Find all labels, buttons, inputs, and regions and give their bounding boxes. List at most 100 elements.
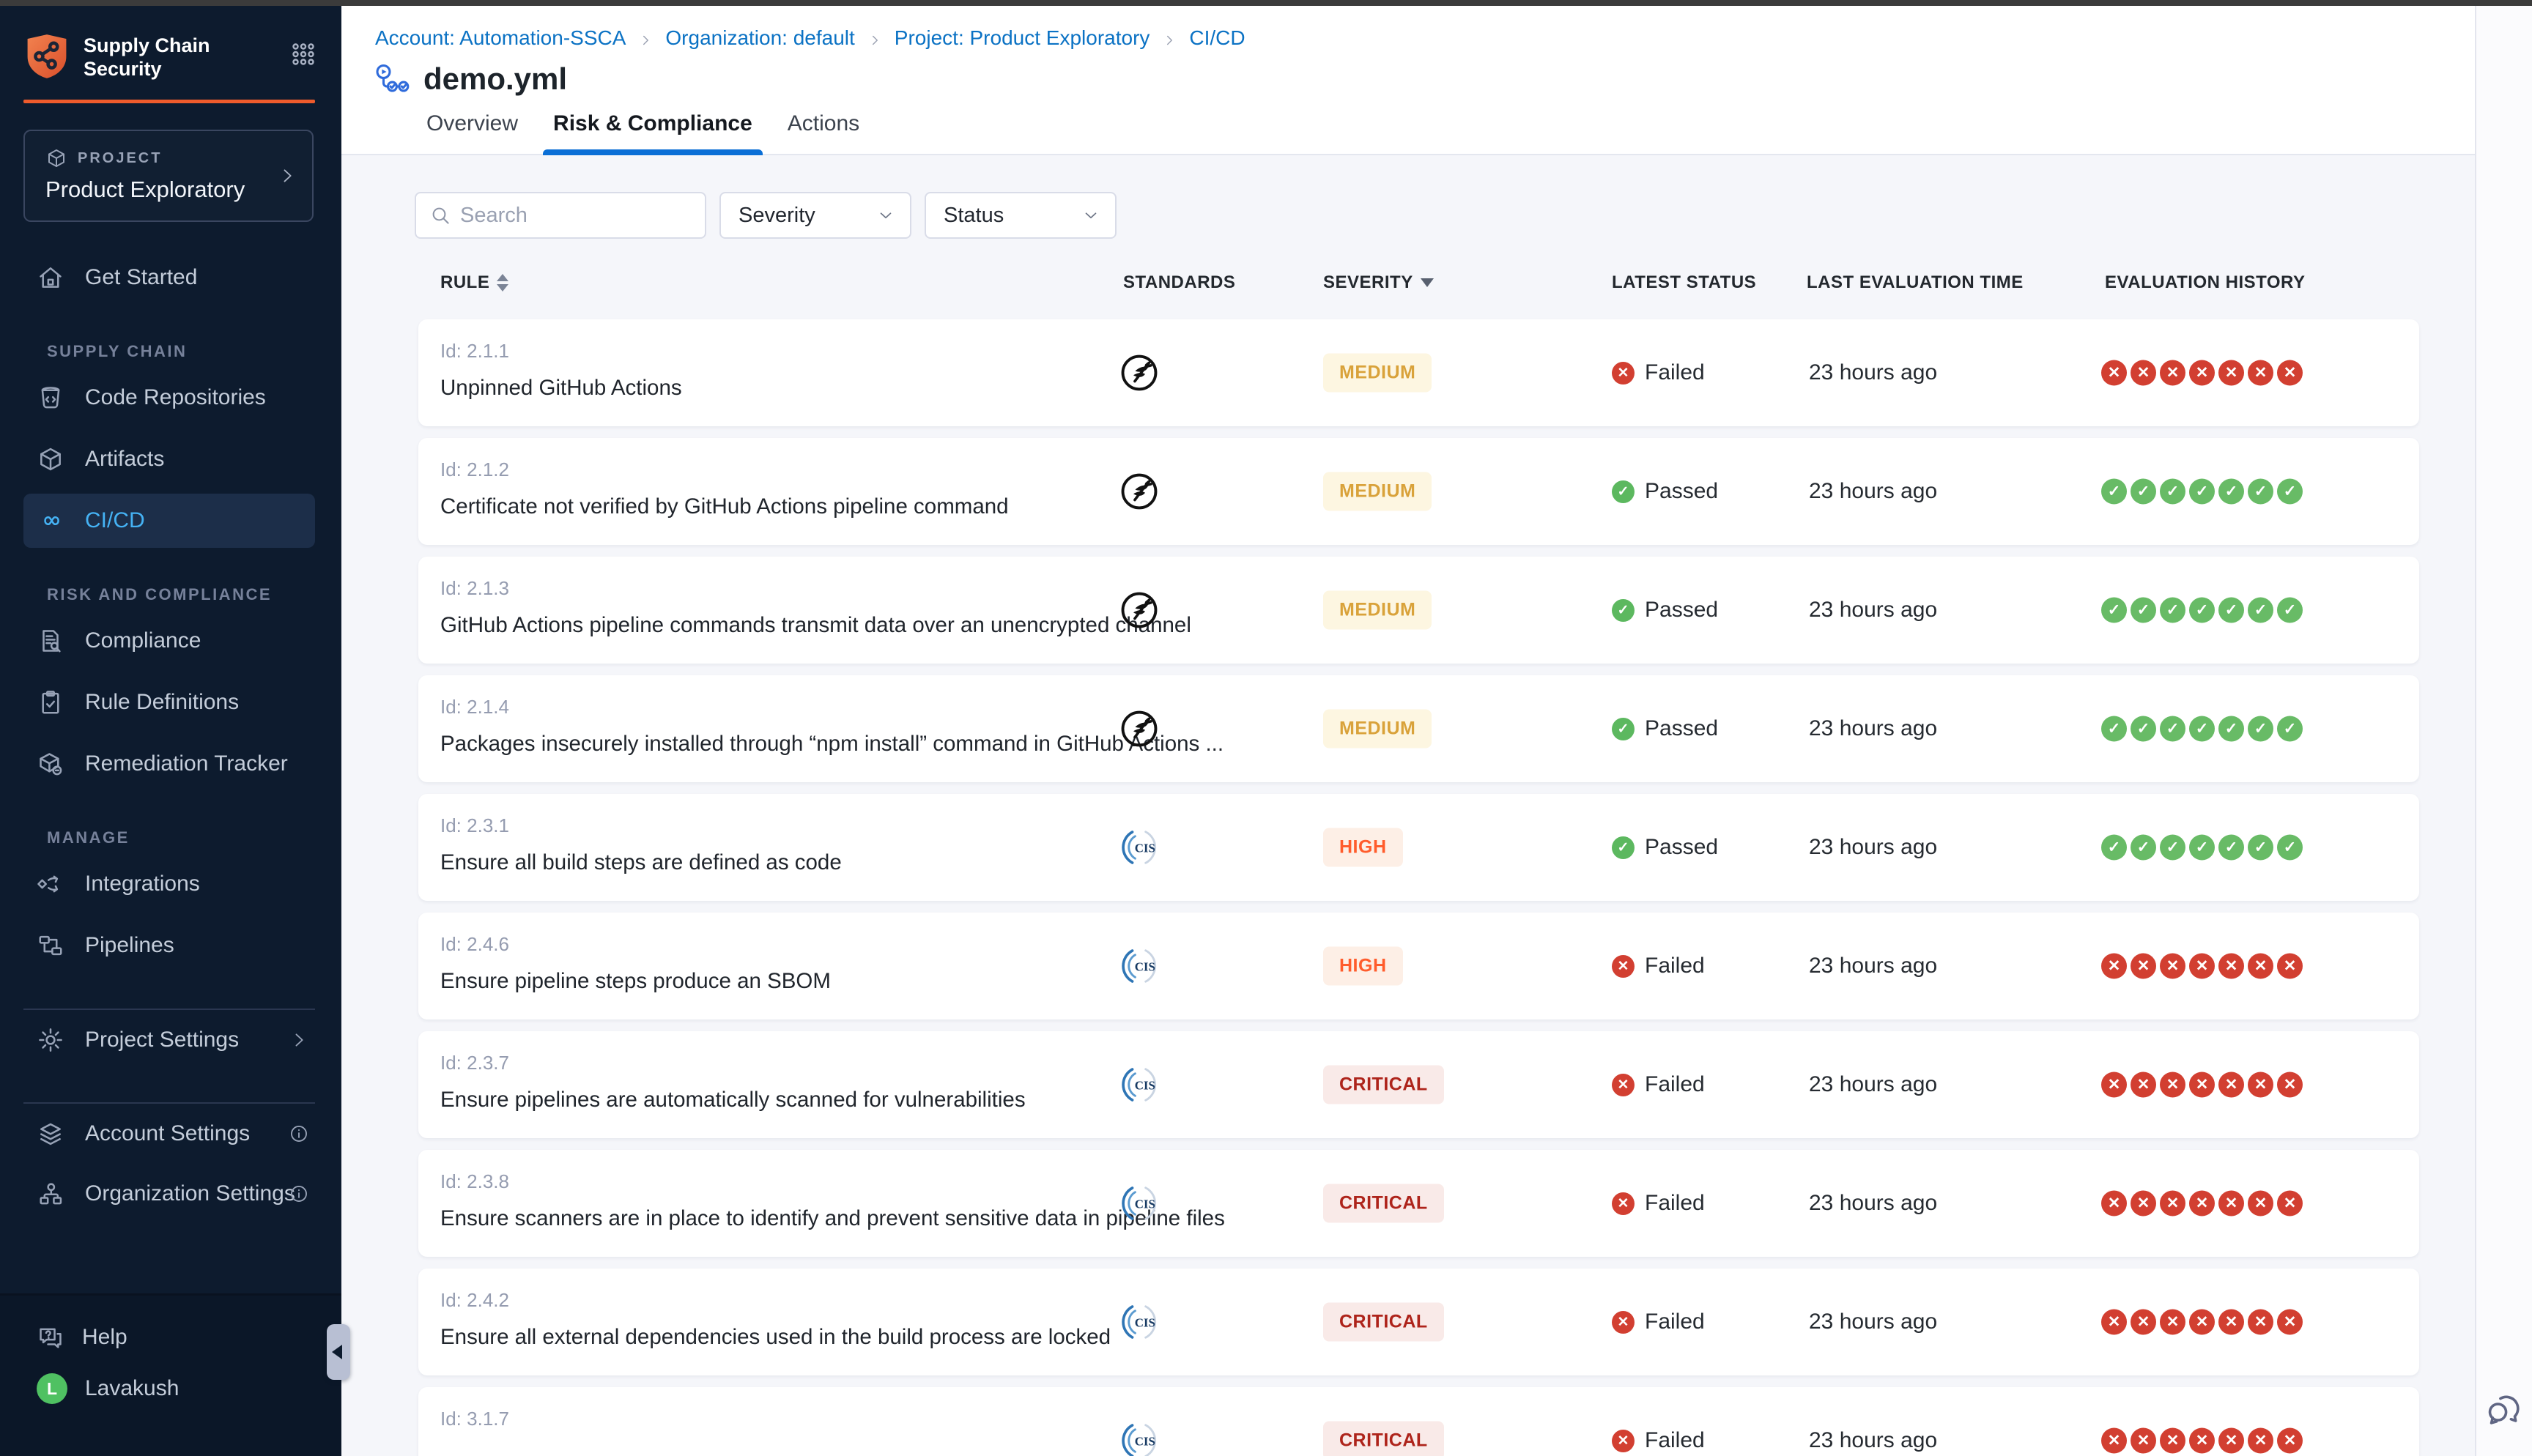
- rule-id: Id: 2.1.2: [440, 458, 1009, 481]
- cis-icon: CIS: [1118, 859, 1160, 872]
- sidebar-item-rule-definitions[interactable]: Rule Definitions: [0, 672, 341, 733]
- rule-row[interactable]: Id: 2.1.3 GitHub Actions pipeline comman…: [418, 557, 2419, 664]
- rule-row[interactable]: Id: 2.4.6 Ensure pipeline steps produce …: [418, 913, 2419, 1019]
- sidebar-item-organization-settings[interactable]: Organization Settings: [0, 1164, 341, 1224]
- history-pass-icon: ✓: [2160, 479, 2185, 505]
- svg-text:CIS: CIS: [1135, 1316, 1155, 1330]
- rule-name: Ensure all build steps are defined as co…: [440, 850, 842, 875]
- project-selector[interactable]: PROJECT Product Exploratory: [23, 130, 314, 222]
- severity-badge: MEDIUM: [1323, 472, 1432, 511]
- module-grid-icon[interactable]: [290, 41, 316, 67]
- breadcrumb-item-project-product-exploratory[interactable]: Project: Product Exploratory: [895, 26, 1150, 50]
- owasp-icon: [1118, 385, 1160, 397]
- history-fail-icon: ✕: [2248, 954, 2273, 979]
- status-icon: ✕: [1612, 1311, 1635, 1334]
- column-severity: SEVERITY: [1323, 272, 1413, 293]
- history-pass-icon: ✓: [2218, 479, 2244, 505]
- rule-sort-icon[interactable]: [497, 274, 508, 291]
- right-rail: [2475, 6, 2532, 1456]
- info-icon[interactable]: [289, 1123, 309, 1144]
- rules-table: RULE STANDARDS SEVERITY LATEST STATUS LA…: [418, 272, 2419, 1456]
- history-pass-icon: ✓: [2218, 835, 2244, 861]
- history-fail-icon: ✕: [2131, 360, 2156, 386]
- svg-text:CIS: CIS: [1135, 1197, 1155, 1211]
- history-fail-icon: ✕: [2189, 1072, 2215, 1098]
- cis-icon: CIS: [1118, 1215, 1160, 1227]
- rule-row[interactable]: Id: 2.3.7 Ensure pipelines are automatic…: [418, 1031, 2419, 1138]
- history-fail-icon: ✕: [2248, 1310, 2273, 1335]
- rule-row[interactable]: Id: 2.1.2 Certificate not verified by Gi…: [418, 438, 2419, 545]
- cis-icon: CIS: [1118, 1452, 1160, 1456]
- breadcrumb-item-ci-cd[interactable]: CI/CD: [1189, 26, 1245, 50]
- app-title: Supply Chain Security: [84, 32, 210, 81]
- user-menu[interactable]: L Lavakush: [0, 1373, 341, 1404]
- rule-row[interactable]: Id: 2.1.1 Unpinned GitHub Actions MEDIUM…: [418, 319, 2419, 426]
- history-pass-icon: ✓: [2277, 835, 2303, 861]
- history-fail-icon: ✕: [2277, 1310, 2303, 1335]
- severity-sort-desc-icon[interactable]: [1421, 278, 1434, 287]
- status-icon: ✓: [1612, 836, 1635, 859]
- sidebar-item-integrations[interactable]: Integrations: [0, 853, 341, 915]
- severity-badge: MEDIUM: [1323, 354, 1432, 393]
- cis-icon: CIS: [1118, 1334, 1160, 1346]
- history-fail-icon: ✕: [2160, 360, 2185, 386]
- help-button[interactable]: Help: [0, 1323, 341, 1351]
- sidebar-item-compliance[interactable]: Compliance: [0, 610, 341, 672]
- rule-name: GitHub Actions pipeline commands transmi…: [440, 613, 1191, 638]
- history-pass-icon: ✓: [2189, 716, 2215, 742]
- breadcrumb-item-organization-default[interactable]: Organization: default: [665, 26, 854, 50]
- sidebar-settings: Project Settings Account Settings Organi…: [0, 1009, 341, 1224]
- cis-icon: CIS: [1118, 978, 1160, 990]
- history-pass-icon: ✓: [2101, 479, 2127, 505]
- info-icon[interactable]: [289, 1184, 309, 1204]
- rule-row[interactable]: Id: 2.1.4 Packages insecurely installed …: [418, 675, 2419, 782]
- user-name: Lavakush: [85, 1376, 179, 1401]
- sidebar-item-artifacts[interactable]: Artifacts: [0, 428, 341, 490]
- search-input[interactable]: [460, 204, 692, 228]
- evaluation-history: ✓✓✓✓✓✓✓: [2101, 835, 2303, 861]
- sidebar-item-pipelines[interactable]: Pipelines: [0, 915, 341, 976]
- history-fail-icon: ✕: [2189, 954, 2215, 979]
- project-name: Product Exploratory: [45, 177, 268, 203]
- search-box: [415, 192, 706, 239]
- content-area: Severity Status RULE STAN: [341, 192, 2475, 1456]
- column-latest-status: LATEST STATUS: [1612, 272, 1756, 293]
- rule-row[interactable]: Id: 2.4.2 Ensure all external dependenci…: [418, 1269, 2419, 1375]
- history-pass-icon: ✓: [2248, 835, 2273, 861]
- rule-row[interactable]: Id: 2.3.1 Ensure all build steps are def…: [418, 794, 2419, 901]
- tab-overview[interactable]: Overview: [426, 111, 518, 154]
- history-fail-icon: ✕: [2218, 1428, 2244, 1454]
- support-chat-icon[interactable]: [2485, 1389, 2525, 1430]
- history-pass-icon: ✓: [2101, 716, 2127, 742]
- owasp-icon: [1118, 503, 1160, 516]
- severity-filter[interactable]: Severity: [719, 192, 911, 239]
- sidebar-collapse-handle[interactable]: [327, 1324, 350, 1380]
- evaluation-time: 23 hours ago: [1809, 360, 1937, 385]
- sidebar-item-remediation-tracker[interactable]: Remediation Tracker: [0, 733, 341, 795]
- severity-badge: CRITICAL: [1323, 1303, 1444, 1342]
- history-fail-icon: ✕: [2248, 1191, 2273, 1217]
- rule-id: Id: 2.3.7: [440, 1052, 1026, 1074]
- sidebar-item-code-repositories[interactable]: Code Repositories: [0, 367, 341, 428]
- tab-risk-compliance[interactable]: Risk & Compliance: [553, 111, 752, 154]
- chevron-right-icon: [867, 30, 883, 46]
- sidebar-item-account-settings[interactable]: Account Settings: [0, 1104, 341, 1164]
- history-pass-icon: ✓: [2101, 598, 2127, 623]
- sidebar-nav: Get Started SUPPLY CHAIN Code Repositori…: [0, 247, 341, 976]
- history-fail-icon: ✕: [2189, 1191, 2215, 1217]
- status-filter[interactable]: Status: [925, 192, 1117, 239]
- evaluation-history: ✕✕✕✕✕✕✕: [2101, 360, 2303, 386]
- breadcrumb-item-account-automation-ssca[interactable]: Account: Automation-SSCA: [375, 26, 626, 50]
- status-label: Failed: [1645, 360, 1705, 385]
- page-header: Account: Automation-SSCA Organization: de…: [341, 6, 2475, 155]
- sidebar-item-ci-cd[interactable]: CI/CD: [23, 494, 315, 548]
- rule-row[interactable]: Id: 2.3.8 Ensure scanners are in place t…: [418, 1150, 2419, 1257]
- sidebar-item-project-settings[interactable]: Project Settings: [0, 1010, 341, 1070]
- cube-tag-icon: [37, 750, 64, 778]
- sidebar-item-get-started[interactable]: Get Started: [0, 247, 341, 308]
- status-filter-label: Status: [944, 204, 1004, 228]
- evaluation-history: ✕✕✕✕✕✕✕: [2101, 954, 2303, 979]
- tab-actions[interactable]: Actions: [788, 111, 859, 154]
- logo-accent-bar: [23, 100, 315, 103]
- rule-row[interactable]: Id: 3.1.7 CIS CRITICAL ✕ Failed 23 hours…: [418, 1387, 2419, 1456]
